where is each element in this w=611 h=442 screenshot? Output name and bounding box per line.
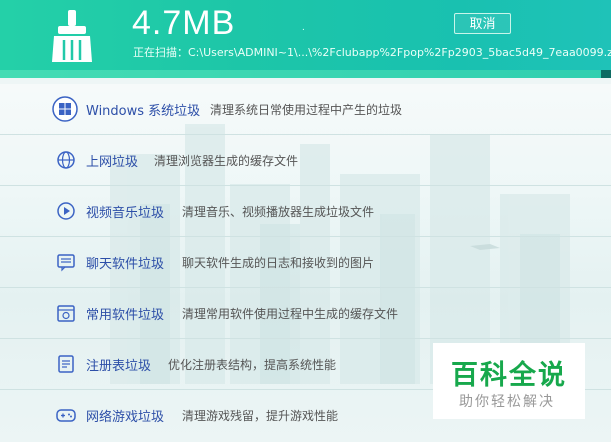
list-item-title: Windows 系统垃圾 (86, 104, 201, 119)
list-item-software[interactable]: 常用软件垃圾 清理常用软件使用过程中生成的缓存文件 (0, 288, 611, 339)
header-bar: 4.7MB . 正在扫描：C:\Users\ADMINI~1\...\%2Fcl… (0, 0, 611, 78)
broom-icon (52, 10, 92, 62)
list-item-title: 上网垃圾 (86, 155, 139, 170)
registry-icon (58, 355, 74, 373)
list-item-desc: 优化注册表结构，提高系统性能 (168, 358, 337, 372)
chat-icon (57, 254, 75, 272)
list-item-media[interactable]: 视频音乐垃圾 清理音乐、视频播放器生成垃圾文件 (0, 186, 611, 237)
list-item-desc: 清理音乐、视频播放器生成垃圾文件 (182, 205, 375, 219)
globe-icon (57, 151, 75, 169)
list-item-title: 常用软件垃圾 (86, 308, 165, 323)
list-item-desc: 清理浏览器生成的缓存文件 (154, 154, 299, 168)
watermark-subtitle: 助你轻松解决 (459, 394, 555, 410)
disk-icon (57, 305, 75, 322)
play-icon (57, 202, 75, 220)
scan-path: 正在扫描：C:\Users\ADMINI~1\...\%2Fclubapp%2F… (133, 46, 611, 59)
list-item-desc: 清理常用软件使用过程中生成的缓存文件 (182, 307, 399, 321)
windows-icon (52, 96, 78, 122)
watermark-title: 百科全说 (451, 360, 567, 391)
watermark: 百科全说 助你轻松解决 (433, 343, 585, 419)
header-dot: . (302, 22, 305, 33)
list-item-title: 注册表垃圾 (86, 359, 152, 374)
gamepad-icon (56, 409, 76, 422)
list-item-desc: 清理系统日常使用过程中产生的垃圾 (210, 103, 403, 117)
list-item-title: 网络游戏垃圾 (86, 410, 165, 425)
list-item-desc: 清理游戏残留，提升游戏性能 (182, 409, 339, 423)
list-item-title: 视频音乐垃圾 (86, 206, 165, 221)
list-item-chat[interactable]: 聊天软件垃圾 聊天软件生成的日志和接收到的图片 (0, 237, 611, 288)
junk-size: 4.7MB (132, 4, 236, 42)
list-item-title: 聊天软件垃圾 (86, 257, 165, 272)
header-edge (601, 70, 611, 78)
header-strip (0, 70, 611, 78)
cancel-button[interactable]: 取消 (454, 13, 511, 34)
list-item-desc: 聊天软件生成的日志和接收到的图片 (182, 256, 375, 270)
list-item-web[interactable]: 上网垃圾 清理浏览器生成的缓存文件 (0, 135, 611, 186)
list-item-windows[interactable]: Windows 系统垃圾 清理系统日常使用过程中产生的垃圾 (0, 84, 611, 135)
